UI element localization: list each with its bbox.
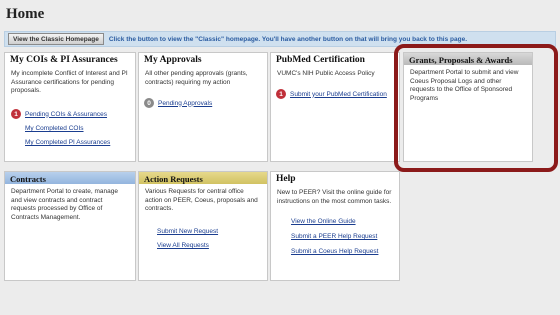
card-description: New to PEER? Visit the online guide for … [277, 189, 392, 205]
card-description: My incomplete Conflict of Interest and P… [11, 70, 128, 94]
card-title: PubMed Certification [276, 55, 365, 65]
pubmed-count-badge: 1 [276, 89, 286, 99]
card-description: VUMC's NIH Public Access Policy [277, 70, 375, 77]
card-my-approvals: My Approvals All other pending approvals… [138, 52, 268, 162]
card-pubmed-certification: PubMed Certification VUMC's NIH Public A… [270, 52, 400, 162]
classic-homepage-bar: View the Classic Homepage Click the butt… [4, 31, 556, 47]
view-online-guide-link[interactable]: View the Online Guide [291, 218, 356, 225]
card-description: Various Requests for central office acti… [145, 188, 258, 212]
submit-peer-help-request-link[interactable]: Submit a PEER Help Request [291, 233, 377, 240]
card-description: Department Portal to create, manage and … [11, 188, 118, 221]
card-title: Contracts [5, 172, 135, 184]
completed-pi-assurances-link[interactable]: My Completed PI Assurances [25, 139, 110, 146]
card-action-requests: Action Requests Various Requests for cen… [138, 171, 268, 281]
completed-cois-link[interactable]: My Completed COIs [25, 125, 84, 132]
submit-new-request-link[interactable]: Submit New Request [157, 228, 218, 235]
card-grants-proposals-awards[interactable]: Grants, Proposals & Awards Department Po… [403, 52, 533, 162]
card-description: All other pending approvals (grants, con… [145, 70, 248, 86]
card-help: Help New to PEER? Visit the online guide… [270, 171, 400, 281]
card-title: Action Requests [139, 172, 267, 184]
classic-homepage-message: Click the button to view the "Classic" h… [108, 35, 468, 43]
view-classic-homepage-button[interactable]: View the Classic Homepage [8, 33, 104, 45]
pending-approvals-link[interactable]: Pending Approvals [158, 100, 212, 107]
card-description: Department Portal to submit and view Coe… [410, 69, 519, 102]
page-title: Home [6, 6, 45, 22]
view-all-requests-link[interactable]: View All Requests [157, 242, 209, 249]
card-cois-assurances: My COIs & PI Assurances My incomplete Co… [4, 52, 136, 162]
pending-cois-link[interactable]: Pending COIs & Assurances [25, 111, 107, 118]
submit-coeus-help-request-link[interactable]: Submit a Coeus Help Request [291, 248, 378, 255]
card-title: My COIs & PI Assurances [10, 55, 118, 65]
pending-count-badge: 1 [11, 109, 21, 119]
card-contracts[interactable]: Contracts Department Portal to create, m… [4, 171, 136, 281]
card-title: Grants, Proposals & Awards [404, 53, 532, 65]
submit-pubmed-certification-link[interactable]: Submit your PubMed Certification [290, 91, 387, 98]
approvals-count-badge: 0 [144, 98, 154, 108]
card-title: My Approvals [144, 55, 202, 65]
card-title: Help [276, 174, 296, 184]
